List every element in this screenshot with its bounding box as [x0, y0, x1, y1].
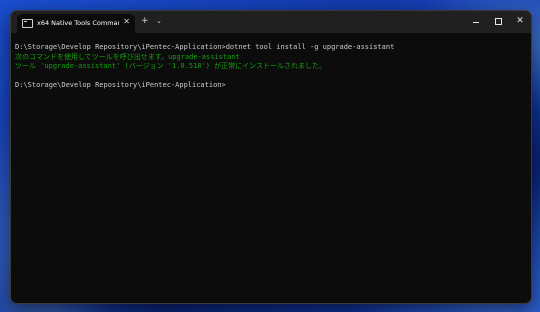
terminal-line: D:\Storage\Develop Repository\iPentec-Ap…: [15, 43, 395, 51]
close-icon: ✕: [516, 16, 524, 26]
tab-title: x64 Native Tools Command Pr: [37, 19, 119, 27]
tab-dropdown-button[interactable]: ⌄: [156, 16, 162, 26]
minimize-button[interactable]: [465, 11, 487, 33]
close-button[interactable]: ✕: [509, 11, 531, 33]
terminal-icon: [22, 19, 33, 28]
minimize-icon: [473, 22, 479, 23]
terminal-line: ツール 'upgrade-assistant' (バージョン '1.0.518'…: [15, 62, 327, 70]
terminal-window: x64 Native Tools Command Pr ✕ + ⌄ ✕ D:\S…: [10, 10, 532, 304]
terminal-output[interactable]: D:\Storage\Develop Repository\iPentec-Ap…: [15, 43, 525, 293]
terminal-prompt-line: D:\Storage\Develop Repository\iPentec-Ap…: [15, 81, 226, 89]
terminal-tab[interactable]: x64 Native Tools Command Pr ✕: [17, 14, 135, 33]
maximize-icon: [495, 18, 502, 25]
new-tab-button[interactable]: +: [141, 16, 149, 26]
title-bar[interactable]: x64 Native Tools Command Pr ✕ + ⌄ ✕: [11, 11, 531, 33]
tab-close-icon[interactable]: ✕: [123, 17, 130, 27]
maximize-button[interactable]: [487, 11, 509, 33]
terminal-line: 次のコマンドを使用してツールを呼び出せます。upgrade-assistant: [15, 52, 240, 61]
